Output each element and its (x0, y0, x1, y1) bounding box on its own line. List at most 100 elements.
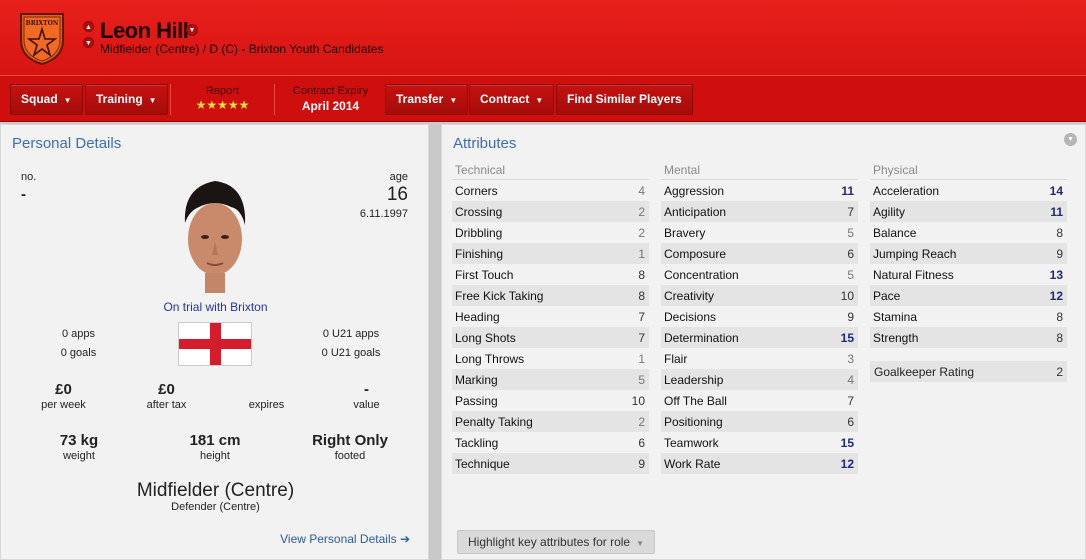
collapse-icon[interactable]: ▼ (1064, 133, 1077, 146)
previous-player-button[interactable]: ▲ (83, 21, 94, 32)
attribute-name: Corners (455, 183, 498, 198)
height-label: height (200, 450, 230, 462)
report-star-rating: ★★★★★ (195, 98, 250, 112)
find-similar-players-button[interactable]: Find Similar Players (556, 84, 693, 115)
attribute-value: 8 (1056, 225, 1063, 240)
contract-button[interactable]: Contract ▼ (469, 84, 555, 115)
attribute-name: Crossing (455, 204, 503, 219)
wage-value: £0 (55, 381, 72, 398)
trial-status-link[interactable]: On trial with Brixton (1, 300, 430, 314)
attribute-name: Agility (873, 204, 906, 219)
training-button[interactable]: Training ▼ (85, 84, 168, 115)
attribute-value: 3 (847, 351, 854, 366)
attribute-row: Natural Fitness 13 (870, 264, 1067, 285)
attribute-name: Determination (664, 330, 739, 345)
attribute-value: 5 (638, 372, 645, 387)
attribute-value: 15 (840, 330, 854, 345)
attribute-value: 4 (847, 372, 854, 387)
player-subtitle: Midfielder (Centre) / D (C) - Brixton Yo… (100, 42, 384, 56)
report-label: Report (205, 85, 240, 97)
after-tax-label: after tax (146, 399, 187, 411)
attribute-value: 8 (638, 267, 645, 282)
highlight-key-attributes-button[interactable]: Highlight key attributes for role ▼ (457, 530, 655, 554)
attribute-value: 11 (1050, 204, 1063, 219)
attribute-name: Positioning (664, 414, 723, 429)
attribute-row: Positioning 6 (661, 411, 858, 432)
attribute-name: Marking (455, 372, 498, 387)
attribute-value: 10 (631, 393, 645, 408)
player-photo (184, 181, 246, 293)
weight-value: 73 kg (59, 432, 99, 449)
footed-label: footed (334, 450, 366, 462)
attribute-name: Pace (873, 288, 901, 303)
attribute-row: Determination 15 (661, 327, 858, 348)
attribute-name: Aggression (664, 183, 725, 198)
attribute-name: Long Throws (455, 351, 525, 366)
attribute-row: Teamwork 15 (661, 432, 858, 453)
technical-header: Technical (452, 163, 649, 180)
age-label: age (389, 171, 408, 183)
player-name: Leon Hill (100, 18, 189, 43)
attribute-row: Corners 4 (452, 180, 649, 201)
value-label: value (353, 399, 380, 411)
attribute-row: Bravery 5 (661, 222, 858, 243)
squad-button[interactable]: Squad ▼ (10, 84, 83, 115)
player-menu-dropdown-icon[interactable]: ▼ (186, 24, 198, 36)
attribute-row: Flair 3 (661, 348, 858, 369)
attribute-row: Marking 5 (452, 369, 649, 390)
attribute-row: Crossing 2 (452, 201, 649, 222)
mental-header: Mental (661, 163, 858, 180)
u21-apps-count: 0 U21 apps (322, 328, 380, 340)
attribute-row: Technique 9 (452, 453, 649, 474)
next-player-button[interactable]: ▼ (83, 37, 94, 48)
apps-count: 0 apps (61, 328, 96, 340)
goalkeeper-rating-row: Goalkeeper Rating 2 (870, 361, 1067, 382)
player-nav-arrows: ▲ ▼ (83, 21, 95, 53)
attribute-row: Stamina 8 (870, 306, 1067, 327)
attribute-name: Work Rate (664, 456, 721, 471)
attribute-name: Leadership (664, 372, 724, 387)
attribute-name: Dribbling (455, 225, 503, 240)
england-flag-icon (178, 322, 252, 366)
chevron-down-icon: ▼ (449, 96, 458, 105)
attribute-row: Balance 8 (870, 222, 1067, 243)
attribute-value: 6 (847, 246, 854, 261)
attribute-name: Tackling (455, 435, 499, 450)
attribute-name: Decisions (664, 309, 717, 324)
attribute-value: 2 (638, 225, 645, 240)
attribute-name: Jumping Reach (873, 246, 957, 261)
height-value: 181 cm (189, 432, 241, 449)
find-similar-label: Find Similar Players (567, 92, 682, 106)
attribute-value: 8 (1056, 330, 1063, 345)
attribute-row: Jumping Reach 9 (870, 243, 1067, 264)
goals-count: 0 goals (60, 347, 97, 359)
attribute-value: 15 (840, 435, 854, 450)
goalkeeper-rating-value: 2 (1056, 364, 1063, 379)
contract-expiry-label: Contract Expiry (292, 85, 369, 97)
attribute-value: 10 (840, 288, 854, 303)
attribute-name: Teamwork (664, 435, 719, 450)
chevron-down-icon: ▼ (535, 96, 544, 105)
attribute-name: Flair (664, 351, 688, 366)
shirt-number-label: no. (21, 171, 37, 183)
attribute-row: Strength 8 (870, 327, 1067, 348)
svg-text:BRIXTON: BRIXTON (26, 20, 59, 27)
age-value: 16 (386, 184, 408, 205)
attribute-name: Passing (455, 393, 498, 408)
attribute-value: 9 (1056, 246, 1063, 261)
attribute-row: Long Shots 7 (452, 327, 649, 348)
view-personal-details-link[interactable]: View Personal Details ➔ (280, 532, 410, 546)
contract-expiry-info: Contract Expiry April 2014 (283, 85, 378, 113)
main-position: Midfielder (Centre) (136, 480, 295, 501)
report-info[interactable]: Report ★★★★★ (185, 85, 260, 112)
attribute-value: 12 (840, 456, 854, 471)
expires-label: expires (248, 399, 285, 411)
attribute-value: 8 (638, 288, 645, 303)
squad-button-label: Squad (21, 92, 58, 106)
attribute-row: Tackling 6 (452, 432, 649, 453)
transfer-button[interactable]: Transfer ▼ (385, 84, 469, 115)
header-bar: BRIXTON ▲ ▼ Leon Hill ▼ Midfielder (Cent… (0, 0, 1086, 75)
training-button-label: Training (96, 92, 143, 106)
toolbar-divider (274, 84, 275, 115)
attribute-name: Stamina (873, 309, 918, 324)
